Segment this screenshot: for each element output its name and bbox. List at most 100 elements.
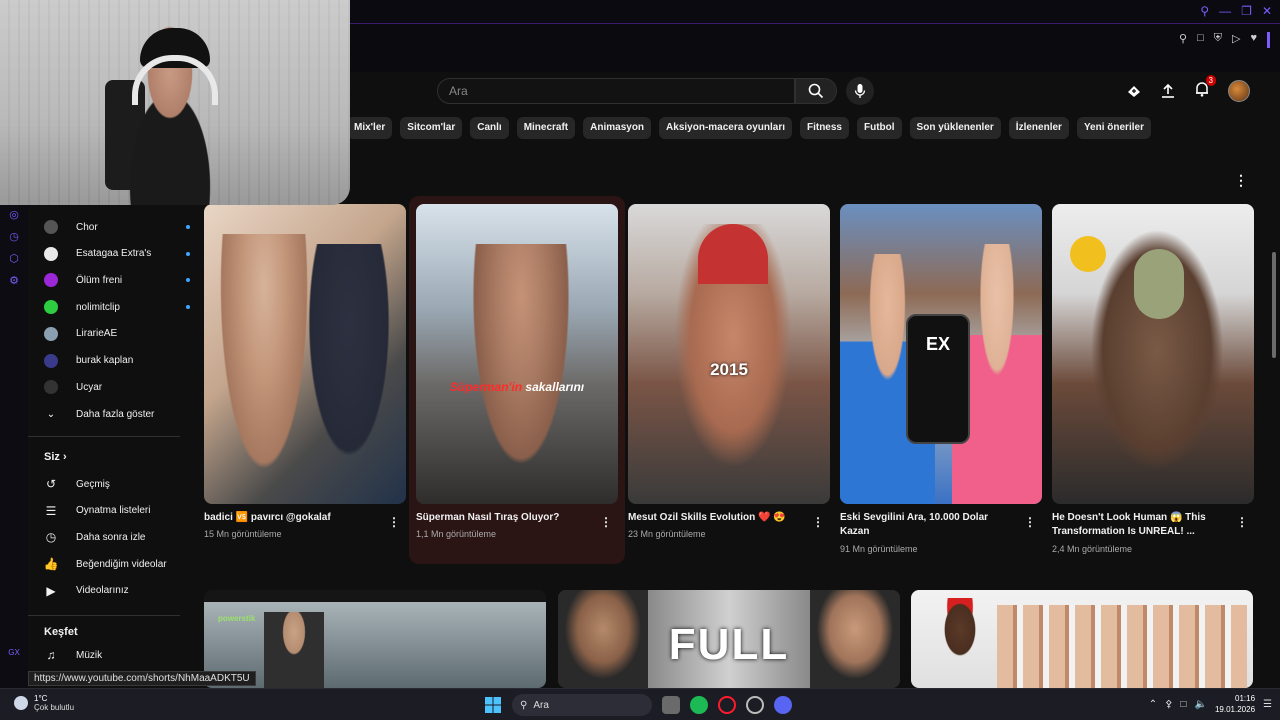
notification-center-icon[interactable]: ☰ [1263, 699, 1272, 710]
pin-icon[interactable]: ⚲ [1179, 32, 1187, 48]
gx-label: GX [8, 648, 20, 657]
subscription-item[interactable]: Esatagaa Extra's [44, 244, 194, 264]
clock[interactable]: 01:16 19.01.2026 [1215, 693, 1255, 715]
minimize-icon[interactable]: — [1219, 4, 1231, 18]
subscription-item[interactable]: Ucyar [44, 377, 194, 397]
new-content-dot [186, 278, 190, 283]
subscription-name: Ucyar [76, 381, 103, 393]
sidebar-item-label: Oynatma listeleri [76, 505, 151, 517]
shorts-more-button[interactable]: ⋮ [1234, 172, 1248, 189]
channel-avatar [44, 326, 58, 341]
chip[interactable]: Mix'ler [347, 117, 393, 139]
close-icon[interactable]: ✕ [1262, 4, 1272, 18]
sidebar-item-like[interactable]: 👍 Beğendiğim videolar [44, 554, 167, 574]
short-more-icon[interactable]: ⋮ [1236, 515, 1248, 529]
chip[interactable]: Sitcom'lar [400, 117, 463, 139]
short-views: 1,1 Mn görüntüleme [416, 529, 497, 539]
sidebar-toggle-icon[interactable] [1267, 32, 1270, 48]
create-icon[interactable] [1126, 83, 1142, 99]
subscription-name: Chor [76, 221, 98, 233]
spotify-icon[interactable] [690, 696, 708, 714]
settings-icon[interactable]: ⚙ [0, 274, 28, 288]
chip[interactable]: Yeni öneriler [1076, 117, 1151, 139]
page-scrollbar[interactable] [1272, 252, 1276, 358]
sidebar-item-label: Geçmiş [76, 478, 110, 490]
short-title[interactable]: Eski Sevgilini Ara, 10.000 Dolar Kazan [840, 511, 1016, 539]
subscription-item[interactable]: Chor [44, 217, 194, 237]
screenshot-icon[interactable]: □ [1197, 32, 1204, 48]
sidebar-item-playlist[interactable]: ☰ Oynatma listeleri [44, 501, 151, 521]
short-thumbnail-3[interactable]: 2015 [628, 204, 830, 504]
sidebar: Chor Esatagaa Extra's Ölüm freni nolimitcli… [28, 210, 196, 688]
subscription-item[interactable]: LirarieAE [44, 324, 194, 344]
webcam-overlay [0, 0, 350, 205]
short-more-icon[interactable]: ⋮ [600, 515, 612, 529]
short-more-icon[interactable]: ⋮ [388, 515, 400, 529]
heart-icon[interactable]: ♥ [1250, 32, 1257, 48]
steam-icon[interactable] [746, 696, 764, 714]
short-overlay-text-4: EX [925, 334, 950, 354]
chip[interactable]: Futbol [857, 117, 902, 139]
sidebar-item-music[interactable]: ♫ Müzik [44, 645, 103, 665]
upload-icon[interactable] [1160, 83, 1176, 99]
sidebar-item-video[interactable]: ▶ Videolarınız [44, 581, 128, 601]
search-input[interactable]: Ara [437, 78, 795, 104]
short-thumbnail-1[interactable] [204, 204, 406, 504]
weather-icon [14, 696, 28, 710]
chip[interactable]: Fitness [799, 117, 849, 139]
opera-gx-icon[interactable] [718, 696, 736, 714]
history-rail-icon[interactable]: ◷ [0, 230, 28, 244]
taskbar-search[interactable]: ⚲ Ara [512, 694, 652, 716]
short-title[interactable]: Süperman Nasıl Tıraş Oluyor? [416, 511, 592, 525]
display-icon[interactable]: □ [1180, 699, 1186, 710]
player-icon[interactable]: ◎ [0, 208, 28, 222]
chip[interactable]: Son yüklenenler [909, 117, 1001, 139]
show-more-button[interactable]: ⌄ Daha fazla göster [44, 404, 194, 424]
account-avatar[interactable] [1228, 80, 1250, 102]
chevron-up-icon[interactable]: ⌃ [1149, 699, 1157, 710]
you-section-header[interactable]: Siz › [44, 451, 67, 463]
start-button[interactable] [484, 696, 502, 714]
taskbar-apps: ⚲ Ara [484, 694, 792, 716]
task-view-icon[interactable] [662, 696, 680, 714]
notifications-button[interactable]: 3 [1194, 74, 1216, 102]
short-title[interactable]: He Doesn't Look Human 😱 This Transformat… [1052, 511, 1228, 539]
chip[interactable]: Canlı [470, 117, 509, 139]
channel-avatar [44, 380, 58, 395]
box-icon[interactable]: ⬡ [0, 252, 28, 266]
system-tray: ⌃ ⚴ □ 🔈 01:16 19.01.2026 ☰ [1149, 693, 1272, 715]
chip[interactable]: Minecraft [516, 117, 576, 139]
restore-icon[interactable]: ❐ [1241, 4, 1252, 18]
chip[interactable]: İzlenenler [1008, 117, 1069, 139]
sidebar-item-history[interactable]: ↺ Geçmiş [44, 474, 110, 494]
chip[interactable]: Animasyon [583, 117, 652, 139]
category-chips: Mix'ler Sitcom'lar Canlı Minecraft Animasyon… [347, 117, 1151, 139]
mic-icon[interactable]: ⚴ [1165, 699, 1172, 710]
thumbnail-text-2: FULL [668, 620, 790, 669]
subscription-item[interactable]: Ölüm freni [44, 270, 194, 290]
short-thumbnail-2[interactable]: Süperman'in sakallarını [416, 204, 618, 504]
video-icon: ▶ [46, 583, 56, 598]
sidebar-item-clock[interactable]: ◷ Daha sonra izle [44, 527, 146, 547]
subscription-item[interactable]: burak kaplan [44, 351, 194, 371]
short-thumbnail-5[interactable] [1052, 204, 1254, 504]
search-icon[interactable]: ⚲ [1200, 4, 1209, 18]
short-more-icon[interactable]: ⋮ [812, 515, 824, 529]
search-button[interactable] [795, 78, 837, 104]
new-content-dot [186, 305, 190, 310]
short-title[interactable]: Mesut Ozil Skills Evolution ❤️ 😍 [628, 511, 804, 525]
volume-icon[interactable]: 🔈 [1195, 699, 1207, 710]
short-more-icon[interactable]: ⋮ [1024, 515, 1036, 529]
discord-icon[interactable] [774, 696, 792, 714]
voice-search-button[interactable] [846, 77, 874, 105]
windows-icon [485, 697, 501, 713]
play-icon[interactable]: ▷ [1232, 32, 1240, 48]
chip[interactable]: Aksiyon-macera oyunları [659, 117, 792, 139]
video-thumbnail-2[interactable]: FULL [558, 590, 900, 688]
weather-widget[interactable]: 1°C Çok bulutlu [14, 694, 74, 712]
subscription-item[interactable]: nolimitclip [44, 297, 194, 317]
video-thumbnail-3[interactable] [911, 590, 1253, 688]
shield-icon[interactable]: ⛨ [1214, 32, 1222, 48]
short-thumbnail-4[interactable]: EX [840, 204, 1042, 504]
short-title[interactable]: badici 🆚 pavırcı @gokalaf [204, 511, 380, 525]
